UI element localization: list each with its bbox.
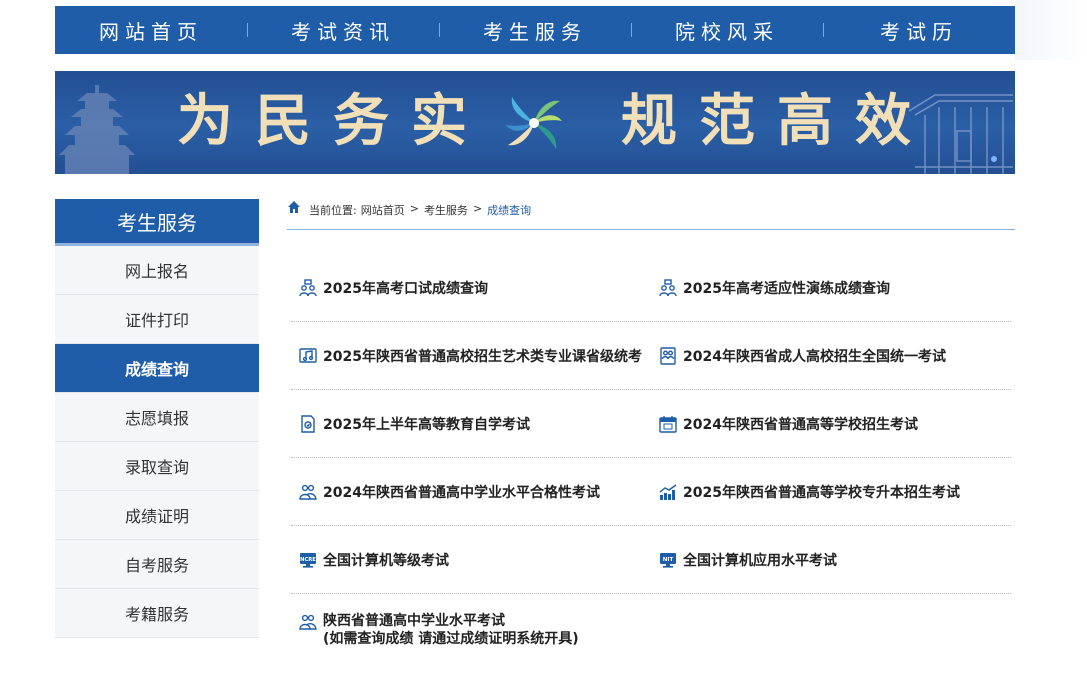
- breadcrumb-current: 成绩查询: [487, 204, 532, 217]
- banner: 为民务实 规范高效: [55, 71, 1015, 174]
- exam-label: 2025年高考口试成绩查询: [323, 280, 488, 297]
- nav-exam-calendar[interactable]: 考试历: [823, 16, 1015, 45]
- people-icon: [299, 484, 317, 500]
- pinwheel-emblem-icon: [506, 97, 562, 149]
- sidebar-item-student-records[interactable]: 考籍服务: [55, 589, 259, 638]
- exam-link-2024-college-entrance[interactable]: 2024年陕西省普通高等学校招生考试: [651, 390, 1011, 457]
- ncre-monitor-icon: NCRE: [300, 552, 316, 568]
- people-icon: [299, 614, 317, 630]
- people-icon: [660, 346, 676, 365]
- document-icon: [301, 414, 315, 433]
- list-row: 2025年上半年高等教育自学考试 2024年陕西省普通高等学校招生考试: [291, 390, 1011, 458]
- exam-link-2024-adult-college[interactable]: 2024年陕西省成人高校招生全国统一考试: [651, 322, 1011, 389]
- exam-label: 2025年高考适应性演练成绩查询: [683, 280, 890, 297]
- exam-label: 2024年陕西省普通高等学校招生考试: [683, 416, 918, 433]
- exam-label: 2025年上半年高等教育自学考试: [323, 416, 530, 433]
- nav-home[interactable]: 网站首页: [55, 16, 247, 45]
- list-row: 2025年陕西省普通高校招生艺术类专业课省级统考 2024年陕西省成人高校招生全…: [291, 322, 1011, 390]
- exam-list: 2025年高考口试成绩查询 2025年高考适应性演练成绩查询 2025年陕西省普…: [291, 254, 1011, 674]
- exam-link-2025-oral[interactable]: 2025年高考口试成绩查询: [291, 254, 651, 321]
- breadcrumb-separator: >: [472, 202, 483, 215]
- sidebar-item-score-query[interactable]: 成绩查询: [55, 344, 259, 393]
- exam-label-note: (如需查询成绩 请通过成绩证明系统开具): [323, 631, 579, 647]
- sidebar-item-ticket-print[interactable]: 证件打印: [55, 295, 259, 344]
- sidebar-item-application[interactable]: 志愿填报: [55, 393, 259, 442]
- nav-exam-news[interactable]: 考试资讯: [247, 16, 439, 45]
- pagoda-illustration: [59, 85, 135, 174]
- exam-link-2025-art-exam[interactable]: 2025年陕西省普通高校招生艺术类专业课省级统考: [291, 322, 651, 389]
- sidebar-item-score-certificate[interactable]: 成绩证明: [55, 491, 259, 540]
- exam-link-nit[interactable]: NIT 全国计算机应用水平考试: [651, 526, 1011, 593]
- exam-label: 2024年陕西省普通高中学业水平合格性考试: [323, 484, 600, 501]
- exam-label: 2025年陕西省普通高校招生艺术类专业课省级统考: [323, 348, 642, 365]
- page-edge-fade: [1015, 0, 1087, 60]
- calendar-icon: [659, 415, 677, 433]
- breadcrumb-link-candidate-service[interactable]: 考生服务: [424, 202, 468, 218]
- breadcrumb-prefix: 当前位置:: [309, 204, 357, 217]
- exam-label: 2025年陕西省普通高等学校专升本招生考试: [683, 484, 960, 501]
- music-icon: [299, 347, 317, 363]
- breadcrumb-separator: >: [409, 202, 419, 215]
- nav-candidate-service[interactable]: 考生服务: [439, 16, 631, 45]
- nit-monitor-icon: NIT: [660, 552, 676, 568]
- exam-label: 2024年陕西省成人高校招生全国统一考试: [683, 348, 946, 365]
- people-icon: [659, 278, 677, 296]
- exam-link-high-school-level[interactable]: 陕西省普通高中学业水平考试 (如需查询成绩 请通过成绩证明系统开具): [291, 612, 651, 648]
- svg-text:NCRE: NCRE: [300, 557, 316, 563]
- exam-link-2024-high-school-pass[interactable]: 2024年陕西省普通高中学业水平合格性考试: [291, 458, 651, 525]
- list-row: 2024年陕西省普通高中学业水平合格性考试 2025年陕西省普通高等学校专升本招…: [291, 458, 1011, 526]
- sidebar: 考生服务 网上报名 证件打印 成绩查询 志愿填报 录取查询 成绩证明 自考服务 …: [55, 199, 259, 638]
- sidebar-item-online-registration[interactable]: 网上报名: [55, 246, 259, 295]
- banner-slogan-right: 规范高效: [621, 88, 933, 154]
- exam-link-2025-upgrade-college[interactable]: 2025年陕西省普通高等学校专升本招生考试: [651, 458, 1011, 525]
- list-row: NCRE 全国计算机等级考试 NIT 全国计算机应用水平考试: [291, 526, 1011, 594]
- exam-label: 陕西省普通高中学业水平考试: [323, 613, 505, 629]
- svg-text:NIT: NIT: [663, 557, 674, 563]
- exam-link-2025-self-study[interactable]: 2025年上半年高等教育自学考试: [291, 390, 651, 457]
- banner-indicator-dot[interactable]: [991, 156, 997, 162]
- list-row: 陕西省普通高中学业水平考试 (如需查询成绩 请通过成绩证明系统开具): [291, 594, 1011, 674]
- breadcrumb: 当前位置: 网站首页 > 考生服务 > 成绩查询: [287, 199, 1015, 230]
- top-navigation: 网站首页 考试资讯 考生服务 院校风采 考试历: [55, 6, 1015, 54]
- exam-label: 全国计算机应用水平考试: [683, 552, 837, 569]
- sidebar-item-self-study[interactable]: 自考服务: [55, 540, 259, 589]
- home-icon: [288, 201, 300, 213]
- banner-slogan-left: 为民务实: [177, 88, 489, 154]
- exam-link-ncre[interactable]: NCRE 全国计算机等级考试: [291, 526, 651, 593]
- exam-label: 全国计算机等级考试: [323, 552, 449, 569]
- palace-illustration: [908, 94, 1013, 174]
- nav-school-showcase[interactable]: 院校风采: [631, 16, 823, 45]
- people-icon: [299, 278, 317, 296]
- list-row: 2025年高考口试成绩查询 2025年高考适应性演练成绩查询: [291, 254, 1011, 322]
- breadcrumb-link-home[interactable]: 网站首页: [361, 202, 405, 218]
- sidebar-title: 考生服务: [55, 199, 259, 246]
- chart-icon: [659, 483, 677, 500]
- exam-link-2025-adaptive-drill[interactable]: 2025年高考适应性演练成绩查询: [651, 254, 1011, 321]
- sidebar-item-admission-query[interactable]: 录取查询: [55, 442, 259, 491]
